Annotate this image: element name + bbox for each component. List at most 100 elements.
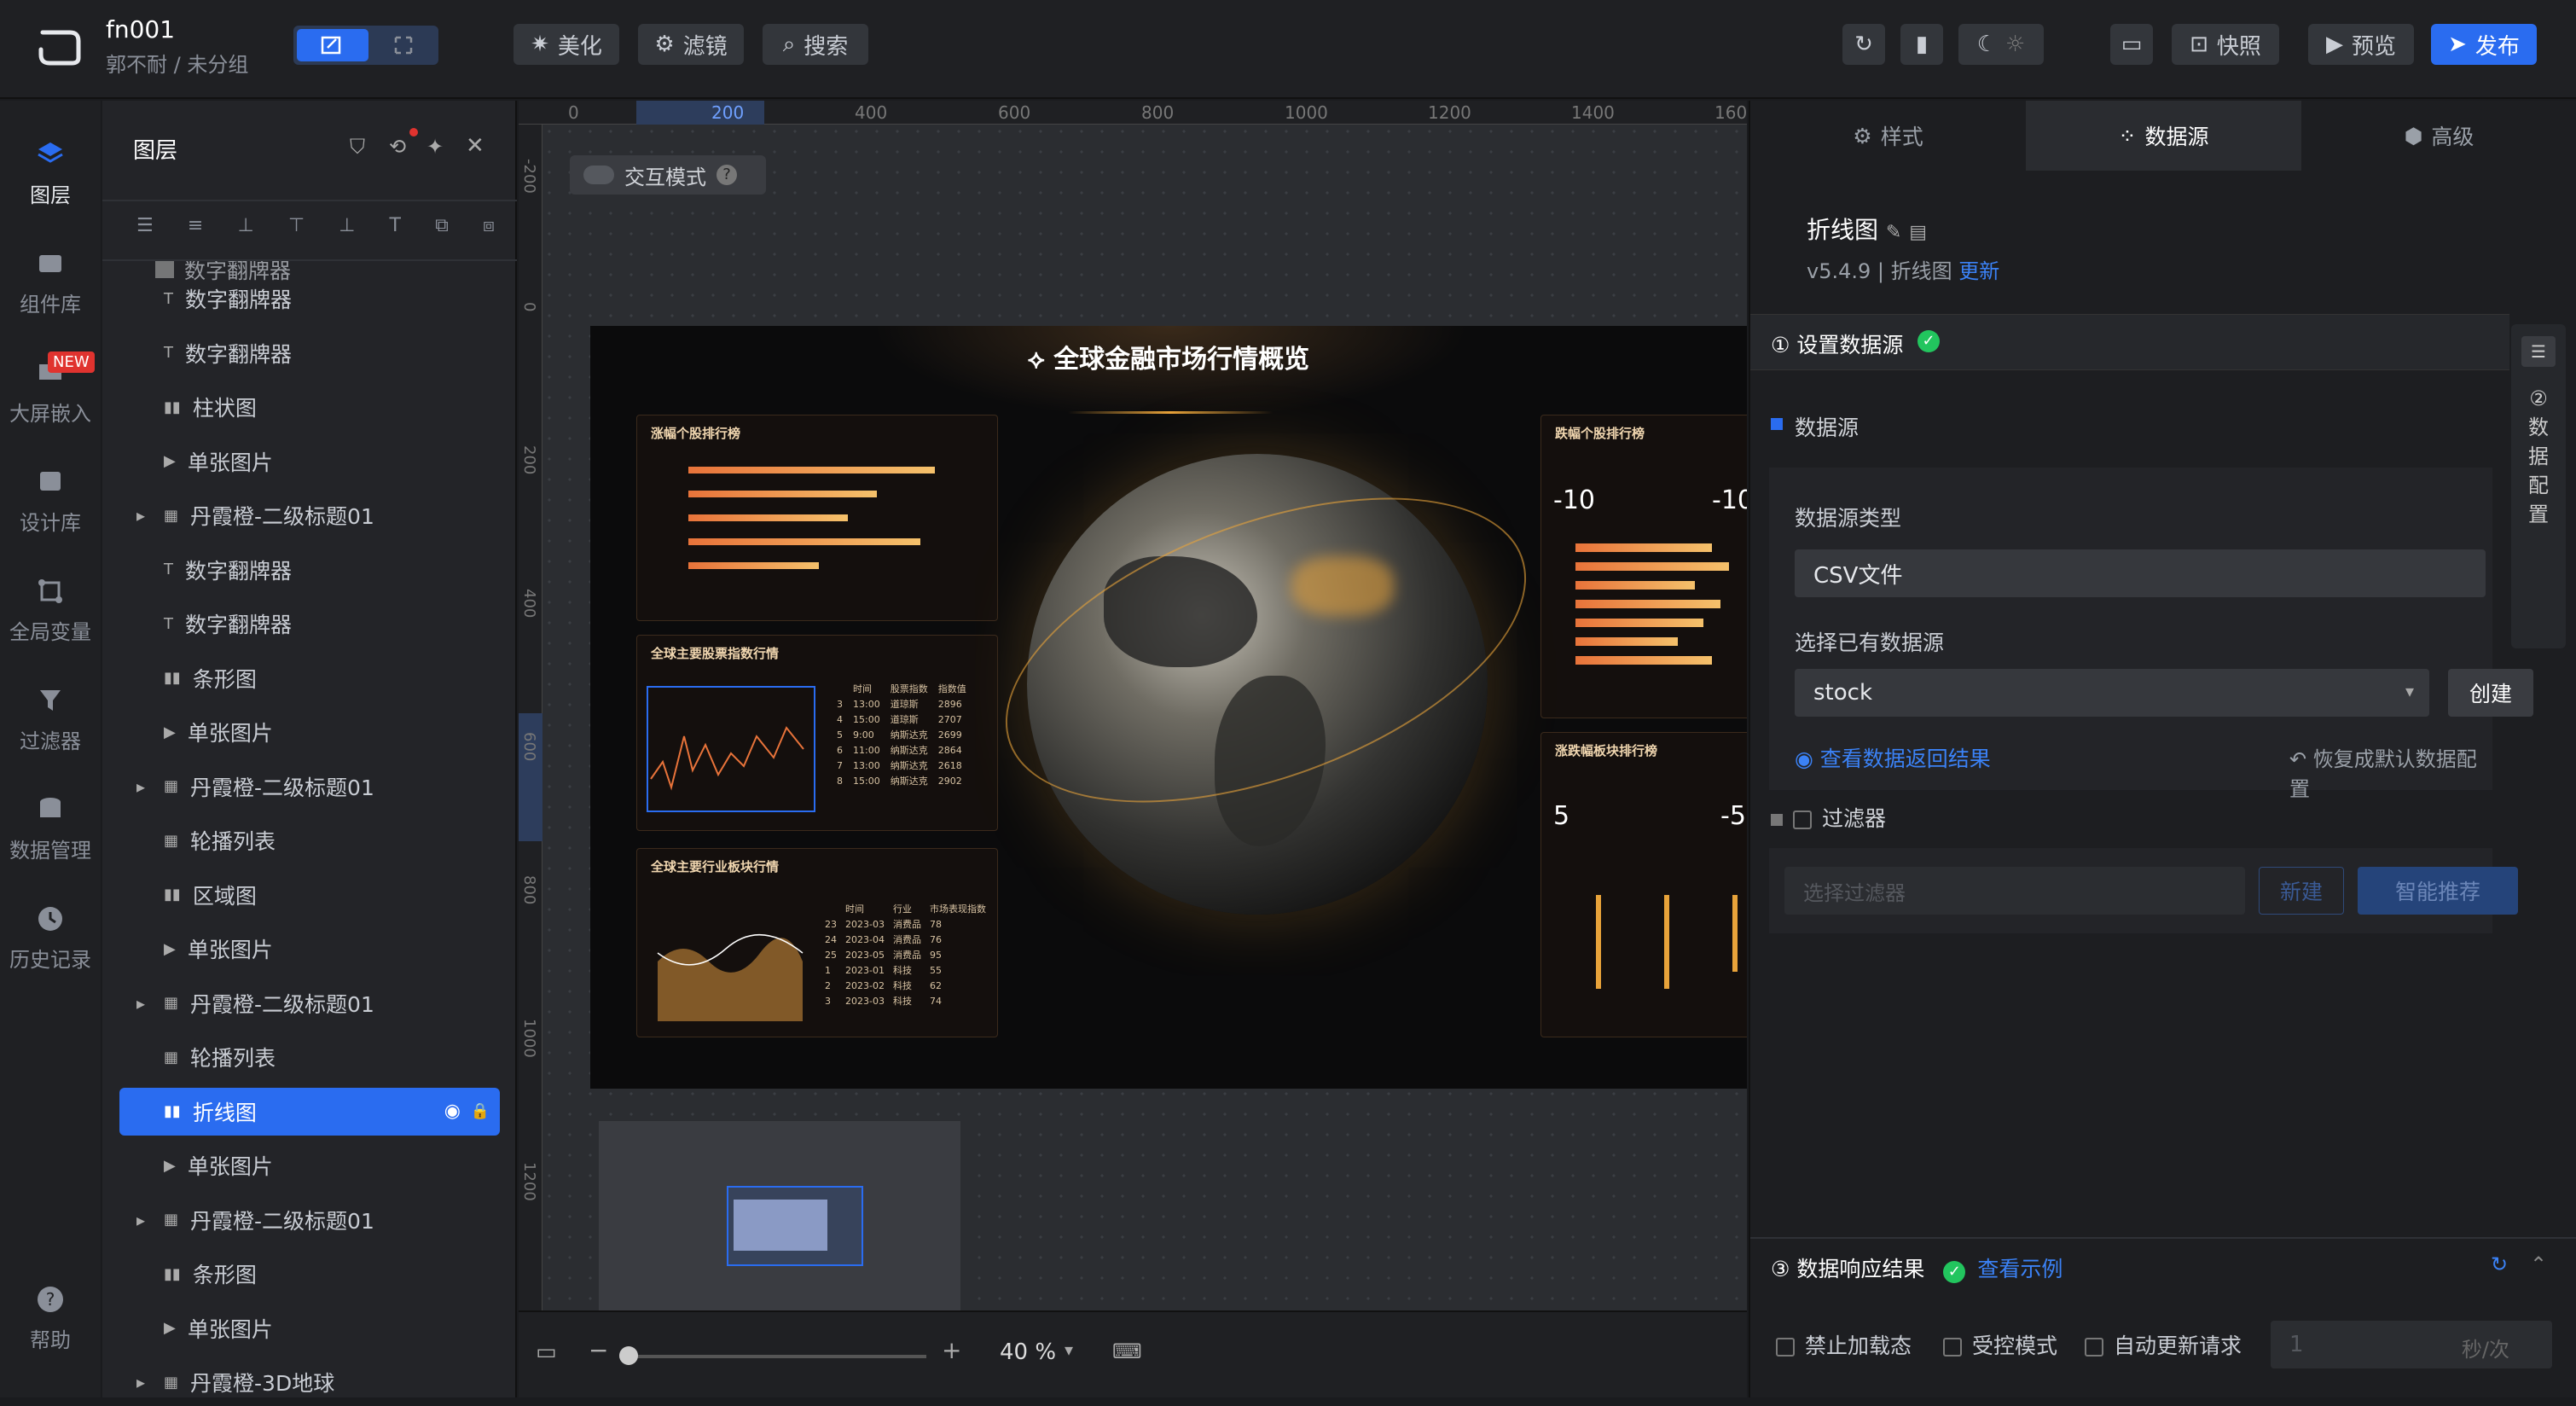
lock-icon[interactable]: 🔒 [471, 1102, 490, 1120]
card-top-losers[interactable]: 跌幅个股排行榜 -10 -10 [1540, 415, 1747, 718]
close-icon[interactable]: ✕ [466, 133, 484, 159]
auto-update-option[interactable]: 自动更新请求 [2085, 1329, 2242, 1360]
nav-help[interactable]: ? 帮助 [0, 1271, 101, 1365]
align-text-icon[interactable]: T [389, 215, 400, 249]
section-datasource-header[interactable]: ① 设置数据源 ✓ [1750, 314, 2509, 370]
nav-design-library[interactable]: 设计库 [0, 454, 101, 548]
zoom-level[interactable]: 40 % [1000, 1339, 1056, 1365]
nav-global-variables[interactable]: 全局变量 [0, 563, 101, 657]
edit-icon[interactable]: ✎ [1886, 222, 1901, 243]
expand-arrow-icon[interactable]: ▸ [136, 1210, 145, 1230]
keyboard-icon[interactable]: ⌨ [1112, 1339, 1142, 1363]
chevron-down-icon[interactable]: ▾ [1065, 1339, 1073, 1360]
pin-icon[interactable]: ✦ [426, 135, 444, 159]
filter-button[interactable]: ⚙ 滤镜 [638, 24, 744, 65]
layer-item[interactable]: ▦ 轮播列表 [102, 816, 483, 864]
layer-item[interactable]: ▶ 单张图片 [102, 438, 483, 485]
dashboard-screen[interactable]: ⟡ 全球金融市场行情概览 涨幅个股排行榜 全球主要股票指数行情 时间 股票指数 指数… [590, 326, 1747, 1089]
checkbox[interactable] [1943, 1338, 1962, 1357]
layer-item[interactable]: ▮▮ 区域图 [102, 871, 483, 919]
zoom-slider[interactable] [619, 1346, 926, 1365]
card-sector-quotes[interactable]: 全球主要行业板块行情 时间 行业 市场表现指数 23 2023-03 消费品 78 24 202… [636, 848, 998, 1037]
align-items-icon[interactable]: ≡ [188, 215, 203, 249]
filter-checkbox[interactable] [1793, 810, 1812, 829]
disable-loading-option[interactable]: 禁止加载态 [1776, 1329, 1912, 1360]
create-button[interactable]: 创建 [2448, 669, 2533, 717]
line-chart[interactable] [646, 685, 816, 813]
filter-select[interactable]: 选择过滤器 [1784, 867, 2245, 915]
layer-item[interactable]: ▶ 单张图片 [102, 925, 483, 973]
align-list-icon[interactable]: ☰ [136, 215, 154, 249]
tab-advanced[interactable]: ⬢ 高级 [2301, 101, 2576, 171]
layer-filter-icon[interactable]: ⛉ [350, 135, 365, 159]
datasource-select[interactable]: stock ▾ [1795, 669, 2429, 717]
ungroup-icon[interactable]: ⧈ [483, 215, 495, 249]
nav-data-management[interactable]: 数据管理 [0, 781, 101, 875]
checkbox[interactable] [2085, 1338, 2103, 1357]
new-filter-button[interactable]: 新建 [2259, 867, 2344, 915]
minimap-viewport[interactable] [727, 1186, 863, 1266]
expand-arrow-icon[interactable]: ▸ [136, 993, 145, 1014]
align-bottom-icon[interactable]: ⊥ [237, 215, 253, 249]
preview-mode-icon[interactable] [392, 34, 415, 56]
card-top-gainers[interactable]: 涨幅个股排行榜 [636, 415, 998, 621]
layout-button[interactable]: ▮ [1900, 24, 1943, 65]
datasource-type-select[interactable]: CSV文件 [1795, 549, 2486, 597]
layer-item[interactable]: ▸ ▦ 丹霞橙-二级标题01 [102, 1196, 483, 1244]
layer-item[interactable]: ▮▮ 折线图 ◉ 🔒 [119, 1087, 500, 1136]
doc-icon[interactable]: ▤ [1909, 222, 1927, 243]
collapse-up-icon[interactable]: ⌃ [2530, 1252, 2547, 1276]
zoom-out-button[interactable]: − [589, 1336, 608, 1364]
interaction-mode-toggle[interactable]: 交互模式 ? [570, 155, 766, 195]
layer-item[interactable]: ▮▮ 条形图 [102, 654, 483, 702]
align-top-icon[interactable]: ⊤ [288, 215, 305, 249]
collapse-icon[interactable]: ☰ [2521, 336, 2556, 367]
refresh-icon[interactable]: ↻ [2491, 1252, 2508, 1276]
filter-toggle[interactable]: 过滤器 [1771, 802, 1886, 833]
card-sector-ranking[interactable]: 涨跌幅板块排行榜 5 -5 [1540, 732, 1747, 1037]
canvas-area[interactable]: 02004006008001000120014001600 -200020040… [519, 101, 1747, 1310]
layer-item[interactable]: ▮▮ 柱状图 [102, 383, 483, 431]
update-link[interactable]: 更新 [1958, 259, 1999, 283]
expand-arrow-icon[interactable]: ▸ [136, 505, 145, 526]
zoom-slider-handle[interactable] [619, 1346, 638, 1365]
app-logo-icon[interactable] [34, 26, 85, 68]
minimap[interactable] [599, 1121, 960, 1310]
layer-item[interactable]: ▶ 单张图片 [102, 708, 483, 756]
theme-toggle[interactable]: ☾ ☼ [1958, 24, 2044, 65]
fit-screen-icon[interactable]: ▭ [536, 1339, 557, 1365]
preview-button[interactable]: ▶ 预览 [2308, 24, 2414, 65]
layer-item[interactable]: T 数字翻牌器 [102, 329, 483, 377]
layer-item[interactable]: ▸ ▦ 丹霞橙-二级标题01 [102, 763, 483, 810]
side-tab-data-config[interactable]: ☰ ②数据配置 [2511, 324, 2566, 648]
layer-item[interactable]: ▦ 轮播列表 [102, 1033, 483, 1081]
view-example-link[interactable]: 查看示例 [1977, 1257, 2063, 1281]
group-icon[interactable]: ⧉ [435, 215, 449, 249]
zoom-in-button[interactable]: + [942, 1336, 961, 1364]
nav-embed[interactable]: 大屏嵌入 NEW [0, 345, 101, 439]
card-index-quotes[interactable]: 全球主要股票指数行情 时间 股票指数 指数值 3 13:00 道琼斯 2896 4 15:00 道… [636, 635, 998, 831]
refresh-button[interactable]: ↻ [1842, 24, 1885, 65]
layer-item[interactable]: T 数字翻牌器 [102, 275, 483, 322]
view-result-link[interactable]: ◉ 查看数据返回结果 [1795, 742, 1991, 773]
layer-sync-icon[interactable]: ⟲ [389, 135, 406, 159]
layer-item[interactable]: ▸ ▦ 丹霞橙-二级标题01 [102, 491, 483, 539]
section-response-header[interactable]: ③ 数据响应结果 ✓ 查看示例 [1771, 1252, 2063, 1283]
layer-item[interactable]: ▶ 单张图片 [102, 1304, 483, 1352]
expand-arrow-icon[interactable]: ▸ [136, 776, 145, 797]
snapshot-button[interactable]: ⊡ 快照 [2172, 24, 2279, 65]
align-center-icon[interactable]: ⊥ [339, 215, 355, 249]
edit-mode-switch[interactable] [293, 26, 438, 65]
interaction-switch[interactable] [583, 166, 614, 184]
interval-input[interactable]: 1 秒/次 [2271, 1321, 2552, 1368]
visibility-icon[interactable]: ◉ [444, 1101, 461, 1122]
edit-mode-icon[interactable] [297, 29, 368, 61]
smart-recommend-button[interactable]: 智能推荐 [2358, 867, 2518, 915]
tab-datasource[interactable]: ⁘ 数据源 [2026, 101, 2301, 171]
help-icon[interactable]: ? [717, 165, 737, 185]
controlled-mode-option[interactable]: 受控模式 [1943, 1329, 2057, 1360]
nav-components[interactable]: 组件库 [0, 235, 101, 329]
checkbox[interactable] [1776, 1338, 1795, 1357]
restore-default-link[interactable]: ↶ 恢复成默认数据配置 [2289, 742, 2492, 802]
layer-item[interactable]: ▸ ▦ 丹霞橙-二级标题01 [102, 979, 483, 1027]
